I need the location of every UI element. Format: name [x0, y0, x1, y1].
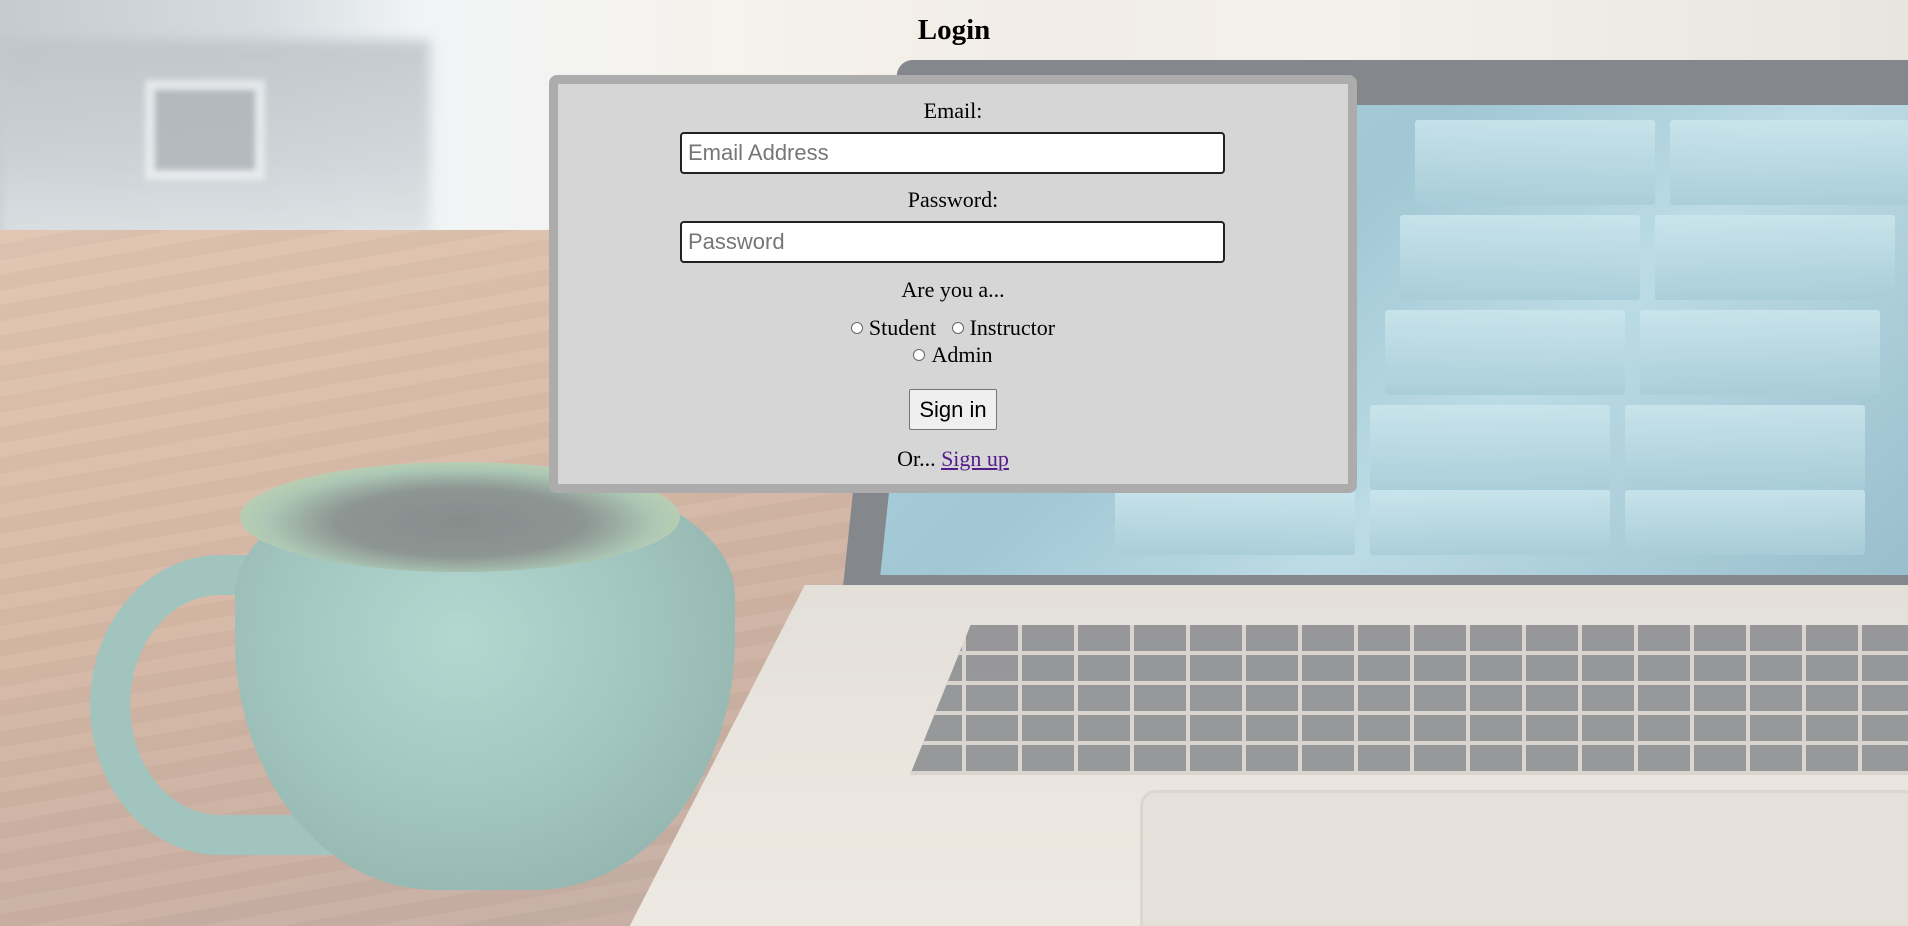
sign-in-button[interactable]: Sign in	[909, 389, 997, 430]
role-options-row-2: Admin	[558, 341, 1348, 368]
instructor-radio[interactable]	[951, 322, 964, 334]
email-field[interactable]	[680, 132, 1225, 174]
password-label: Password:	[907, 187, 999, 212]
role-option-student[interactable]: Student	[850, 315, 937, 341]
instructor-label: Instructor	[969, 315, 1056, 340]
student-radio[interactable]	[850, 322, 863, 334]
sign-up-link[interactable]: Sign up	[941, 446, 1009, 471]
signup-prefix: Or...	[897, 446, 936, 471]
password-field[interactable]	[680, 221, 1225, 263]
login-page: Login Email: Password: Are you a... Stud…	[0, 0, 1908, 926]
role-options-row: Student Instructor	[558, 314, 1348, 341]
student-label: Student	[868, 315, 937, 340]
page-title: Login	[917, 14, 991, 46]
admin-label: Admin	[931, 342, 993, 367]
email-label: Email:	[923, 98, 983, 123]
signup-row: Or... Sign up	[558, 446, 1348, 472]
role-option-instructor[interactable]: Instructor	[951, 315, 1056, 341]
admin-radio[interactable]	[913, 349, 926, 361]
login-form: Email: Password: Are you a... Student In…	[549, 75, 1357, 493]
role-option-admin[interactable]: Admin	[913, 342, 993, 368]
role-prompt: Are you a...	[901, 277, 1005, 302]
